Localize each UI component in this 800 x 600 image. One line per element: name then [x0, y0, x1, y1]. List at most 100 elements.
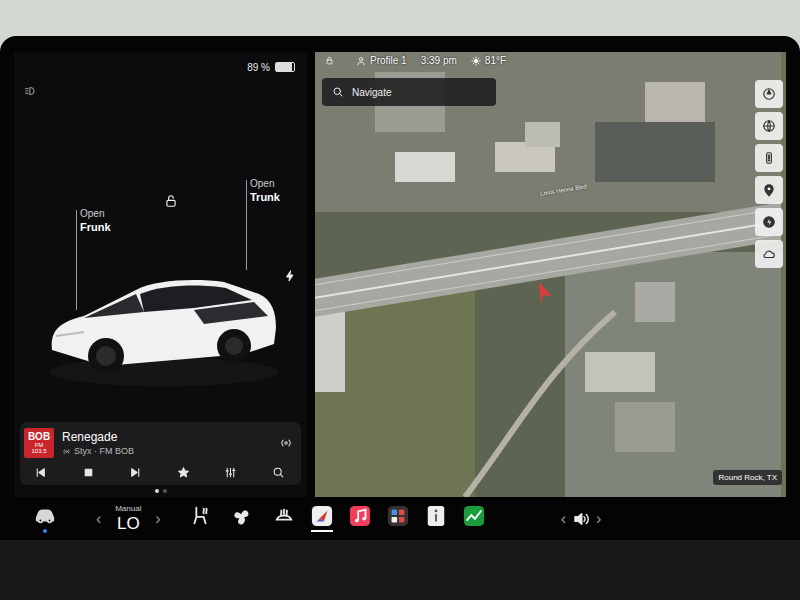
active-underline: [273, 530, 295, 532]
search-icon[interactable]: [272, 466, 285, 479]
car-stage: Open Frunk Open Trunk: [14, 102, 307, 422]
car-icon[interactable]: [34, 504, 56, 526]
track-subtitle: Styx · FM BOB: [62, 446, 271, 456]
target-label: Trunk: [250, 191, 280, 205]
temp-up[interactable]: ›: [149, 510, 166, 528]
climate-control[interactable]: Manual LO: [107, 505, 149, 532]
fan-button[interactable]: [223, 500, 261, 538]
map: Louis Henna BlvdProfile 13:39 pm81°FNavi…: [315, 52, 786, 497]
bezel: [0, 540, 800, 600]
volume-down[interactable]: ‹: [555, 510, 572, 528]
battery-icon: [275, 62, 295, 72]
active-underline: [463, 530, 485, 532]
sun-icon: [471, 56, 481, 66]
compass-icon: [762, 87, 776, 101]
profile-name: Profile 1: [370, 55, 407, 66]
search-icon: [332, 86, 344, 98]
favorite-icon[interactable]: [177, 466, 190, 479]
trunk-button[interactable]: Open Trunk: [250, 178, 280, 204]
clock: 3:39 pm: [421, 55, 457, 66]
temp-down[interactable]: ‹: [90, 510, 107, 528]
navigation-button[interactable]: [303, 500, 341, 538]
satellite-image: [315, 52, 786, 497]
app-launcher: [181, 500, 493, 538]
defrost-button[interactable]: [265, 500, 303, 538]
car-panel: 89 % Open Frunk Open Trunk BOBFM103.5 Renegade…: [14, 52, 307, 497]
satellite-view-icon: [762, 119, 776, 133]
status-bar: Profile 1 3:39 pm 81°F: [315, 55, 786, 66]
map-button[interactable]: [755, 208, 783, 236]
source-icon[interactable]: [279, 436, 293, 450]
page-dots: [14, 485, 307, 497]
defrost-icon: [273, 505, 295, 527]
headlight-icon[interactable]: [24, 84, 38, 98]
battery-fill: [276, 63, 292, 71]
music-button[interactable]: [341, 500, 379, 538]
fan-icon: [231, 505, 253, 527]
seat-button[interactable]: [181, 500, 219, 538]
media-player: BOBFM103.5 Renegade Styx · FM BOB: [20, 422, 301, 485]
apps-button[interactable]: [379, 500, 417, 538]
logo-name: BOB: [28, 432, 50, 442]
headlight-row: [14, 76, 307, 102]
navigate-search[interactable]: Navigate: [322, 78, 496, 106]
active-underline: [387, 530, 409, 532]
map-button[interactable]: [755, 112, 783, 140]
climate-mode: Manual: [115, 505, 141, 513]
map-button[interactable]: [755, 176, 783, 204]
main-area: 89 % Open Frunk Open Trunk BOBFM103.5 Renegade…: [14, 52, 786, 497]
navigation-icon: [311, 505, 333, 527]
page-dot[interactable]: [163, 489, 167, 493]
weather: 81°F: [471, 55, 506, 66]
map-controls: [755, 80, 783, 268]
person-icon: [356, 56, 366, 66]
map-button[interactable]: [755, 80, 783, 108]
frunk-button[interactable]: Open Frunk: [80, 208, 111, 234]
open-label: Open: [250, 178, 274, 189]
logo-frequency: 103.5: [31, 448, 46, 454]
active-underline: [231, 530, 253, 532]
map-button[interactable]: [755, 144, 783, 172]
chart-button[interactable]: [455, 500, 493, 538]
pointer-line: [246, 180, 247, 270]
track-title: Renegade: [62, 430, 271, 444]
active-underline: [189, 530, 211, 532]
weather-icon: [762, 247, 776, 261]
touchscreen: 89 % Open Frunk Open Trunk BOBFM103.5 Renegade…: [0, 36, 800, 600]
music-icon: [349, 505, 371, 527]
active-underline: [311, 530, 333, 532]
previous-icon[interactable]: [34, 466, 47, 479]
stop-icon[interactable]: [82, 466, 95, 479]
equalizer-icon[interactable]: [224, 466, 237, 479]
page-dot[interactable]: [155, 489, 159, 493]
info-button[interactable]: [417, 500, 455, 538]
open-label: Open: [80, 208, 104, 219]
pin-icon: [762, 183, 776, 197]
search-placeholder[interactable]: Navigate: [352, 87, 391, 98]
bottom-bar: ‹ Manual LO › ‹ ›: [14, 497, 786, 540]
radio-icon: [62, 447, 71, 456]
car-button[interactable]: [26, 500, 64, 538]
volume-icon[interactable]: [572, 510, 590, 528]
track-info: Renegade Styx · FM BOB: [62, 430, 271, 456]
charger-icon: [762, 215, 776, 229]
traffic-icon: [762, 151, 776, 165]
next-icon[interactable]: [129, 466, 142, 479]
charging-icon: [284, 270, 296, 282]
map-button[interactable]: [755, 240, 783, 268]
active-underline: [425, 530, 447, 532]
target-label: Frunk: [80, 221, 111, 235]
station-logo: BOBFM103.5: [24, 428, 54, 458]
battery: 89 %: [247, 62, 295, 73]
panel-header: 89 %: [14, 52, 307, 76]
lock-icon: [325, 56, 334, 65]
now-playing: BOBFM103.5 Renegade Styx · FM BOB: [24, 428, 293, 458]
unlock-icon[interactable]: [164, 194, 178, 208]
volume-up[interactable]: ›: [590, 510, 607, 528]
cabin-temperature: LO: [117, 515, 140, 532]
profile[interactable]: Profile 1: [356, 55, 407, 66]
temperature: 81°F: [485, 55, 506, 66]
active-underline: [349, 530, 371, 532]
wall: [0, 0, 800, 36]
info-icon: [425, 505, 447, 527]
